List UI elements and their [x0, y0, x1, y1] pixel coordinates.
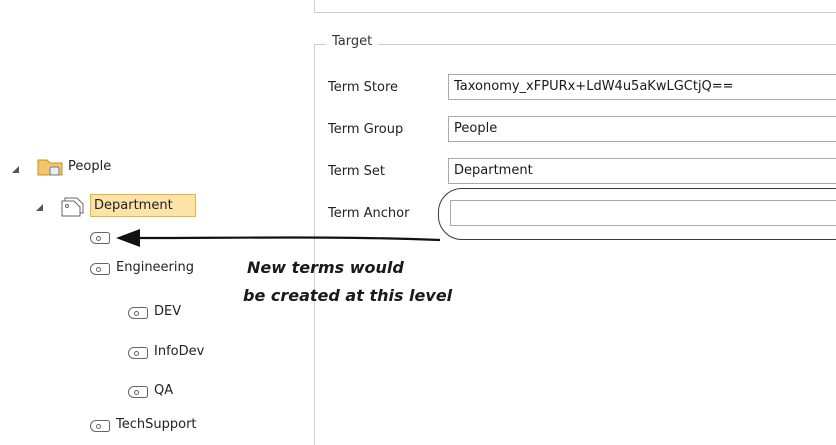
annotation-line1: New terms would: [247, 258, 404, 277]
annotation-line2: be created at this level: [243, 286, 453, 305]
annotation-arrow: [116, 229, 441, 247]
